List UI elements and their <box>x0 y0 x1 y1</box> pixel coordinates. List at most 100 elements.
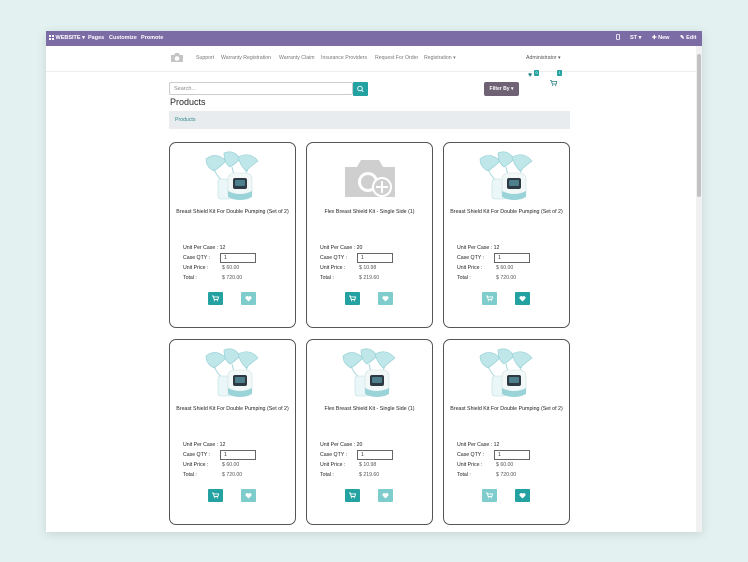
unit-per-case-label: Unit Per Case : <box>457 442 493 448</box>
nav-request-for-order[interactable]: Request For Order <box>375 46 418 71</box>
cart-icon <box>212 492 220 499</box>
product-name[interactable]: Breast Shield Kit For Double Pumping (Se… <box>444 209 569 215</box>
unit-price-value: $ 60.00 <box>222 462 240 468</box>
product-name[interactable]: Flex Breast Shield Kit - Single Side (1) <box>307 209 432 215</box>
case-qty-input[interactable]: 1 <box>357 253 393 263</box>
pages-menu[interactable]: Pages <box>88 31 104 46</box>
add-to-cart-button[interactable] <box>482 292 497 305</box>
product-image[interactable] <box>198 346 268 404</box>
scrollbar-thumb[interactable] <box>697 54 701 197</box>
unit-per-case-row: Unit Per Case : 20 <box>320 245 362 251</box>
add-to-cart-button[interactable] <box>208 292 223 305</box>
breast-pump-image <box>205 348 259 397</box>
unit-per-case-row: Unit Per Case : 12 <box>457 442 499 448</box>
add-to-wishlist-button[interactable] <box>515 489 530 502</box>
nav-registration[interactable]: Registration ▾ <box>424 46 456 71</box>
edit-button[interactable]: ✎ Edit <box>680 31 697 46</box>
unit-price-value: $ 60.00 <box>496 462 514 468</box>
unit-price-label: Unit Price : <box>457 265 483 271</box>
product-card: Breast Shield Kit For Double Pumping (Se… <box>443 339 570 525</box>
nav-insurance-providers[interactable]: Insurance Providers <box>321 46 367 71</box>
breadcrumb-products[interactable]: Products <box>175 117 195 123</box>
nav-warranty-registration[interactable]: Warranty Registration <box>221 46 271 71</box>
website-menu[interactable]: WEBSITE ▾ <box>49 31 85 46</box>
add-to-wishlist-button[interactable] <box>378 292 393 305</box>
filter-by-button[interactable]: Filter By ▾ <box>484 82 519 96</box>
total-label: Total : <box>183 275 197 281</box>
unit-per-case-value: 12 <box>493 245 500 251</box>
search-button[interactable] <box>353 82 368 96</box>
site-logo[interactable] <box>170 46 184 71</box>
heart-icon <box>519 296 526 302</box>
product-name[interactable]: Flex Breast Shield Kit - Single Side (1) <box>307 406 432 412</box>
product-image[interactable] <box>335 149 405 207</box>
new-button[interactable]: ✚ New <box>652 31 669 46</box>
wishlist-link[interactable]: ♥ 0 <box>528 70 544 81</box>
user-menu[interactable]: Administrator ▾ <box>526 46 561 71</box>
add-to-cart-button[interactable] <box>345 489 360 502</box>
add-to-cart-button[interactable] <box>345 292 360 305</box>
product-name[interactable]: Breast Shield Kit For Double Pumping (Se… <box>170 209 295 215</box>
mobile-preview-icon[interactable] <box>616 31 620 46</box>
unit-price-label: Unit Price : <box>320 265 346 271</box>
cart-icon <box>550 73 558 91</box>
product-card: Flex Breast Shield Kit - Single Side (1)… <box>306 142 433 328</box>
product-image[interactable] <box>198 149 268 207</box>
search-input[interactable]: Search... <box>169 82 353 95</box>
case-qty-input[interactable]: 1 <box>220 450 256 460</box>
total-value: $ 720.00 <box>222 275 243 281</box>
unit-per-case-value: 20 <box>356 442 363 448</box>
add-to-cart-button[interactable] <box>482 489 497 502</box>
add-to-cart-button[interactable] <box>208 489 223 502</box>
unit-per-case-label: Unit Per Case : <box>457 245 493 251</box>
case-qty-input[interactable]: 1 <box>494 450 530 460</box>
case-qty-input[interactable]: 1 <box>494 253 530 263</box>
heart-icon <box>245 296 252 302</box>
language-menu[interactable]: ST ▾ <box>630 31 641 46</box>
unit-per-case-value: 12 <box>219 245 226 251</box>
product-name[interactable]: Breast Shield Kit For Double Pumping (Se… <box>170 406 295 412</box>
cart-count-badge: 1 <box>557 70 563 76</box>
pencil-icon: ✎ <box>680 35 685 41</box>
total-value: $ 720.00 <box>222 472 243 478</box>
camera-logo-icon <box>171 53 183 63</box>
case-qty-input[interactable]: 1 <box>220 253 256 263</box>
customize-menu[interactable]: Customize <box>109 31 137 46</box>
camera-placeholder-icon <box>345 160 395 197</box>
total-label: Total : <box>457 275 471 281</box>
product-image[interactable] <box>472 149 542 207</box>
case-qty-label: Case QTY : <box>320 452 348 458</box>
new-label: New <box>658 35 670 41</box>
product-image[interactable] <box>335 346 405 404</box>
heart-icon <box>519 493 526 499</box>
unit-per-case-row: Unit Per Case : 20 <box>320 442 362 448</box>
promote-menu[interactable]: Promote <box>141 31 163 46</box>
product-name[interactable]: Breast Shield Kit For Double Pumping (Se… <box>444 406 569 412</box>
unit-price-label: Unit Price : <box>183 265 209 271</box>
unit-price-label: Unit Price : <box>320 462 346 468</box>
heart-icon: ♥ <box>528 72 533 79</box>
wishlist-count-badge: 0 <box>534 70 540 76</box>
cart-link[interactable]: 1 <box>550 70 566 86</box>
add-to-wishlist-button[interactable] <box>241 292 256 305</box>
add-to-wishlist-button[interactable] <box>515 292 530 305</box>
unit-per-case-row: Unit Per Case : 12 <box>183 442 225 448</box>
product-card: Flex Breast Shield Kit - Single Side (1)… <box>306 339 433 525</box>
scrollbar[interactable] <box>696 46 702 532</box>
caret-down-icon: ▾ <box>82 35 85 41</box>
cart-icon <box>486 492 494 499</box>
case-qty-input[interactable]: 1 <box>357 450 393 460</box>
heart-icon <box>245 493 252 499</box>
nav-support[interactable]: Support <box>196 46 214 71</box>
unit-price-value: $ 60.00 <box>496 265 514 271</box>
add-to-wishlist-button[interactable] <box>241 489 256 502</box>
search-icon <box>357 85 364 93</box>
unit-per-case-label: Unit Per Case : <box>320 442 356 448</box>
breast-pump-image <box>479 348 533 397</box>
total-value: $ 720.00 <box>496 275 517 281</box>
nav-warranty-claim[interactable]: Warranty Claim <box>279 46 315 71</box>
product-card: Breast Shield Kit For Double Pumping (Se… <box>169 339 296 525</box>
unit-price-value: $ 60.00 <box>222 265 240 271</box>
product-image[interactable] <box>472 346 542 404</box>
add-to-wishlist-button[interactable] <box>378 489 393 502</box>
